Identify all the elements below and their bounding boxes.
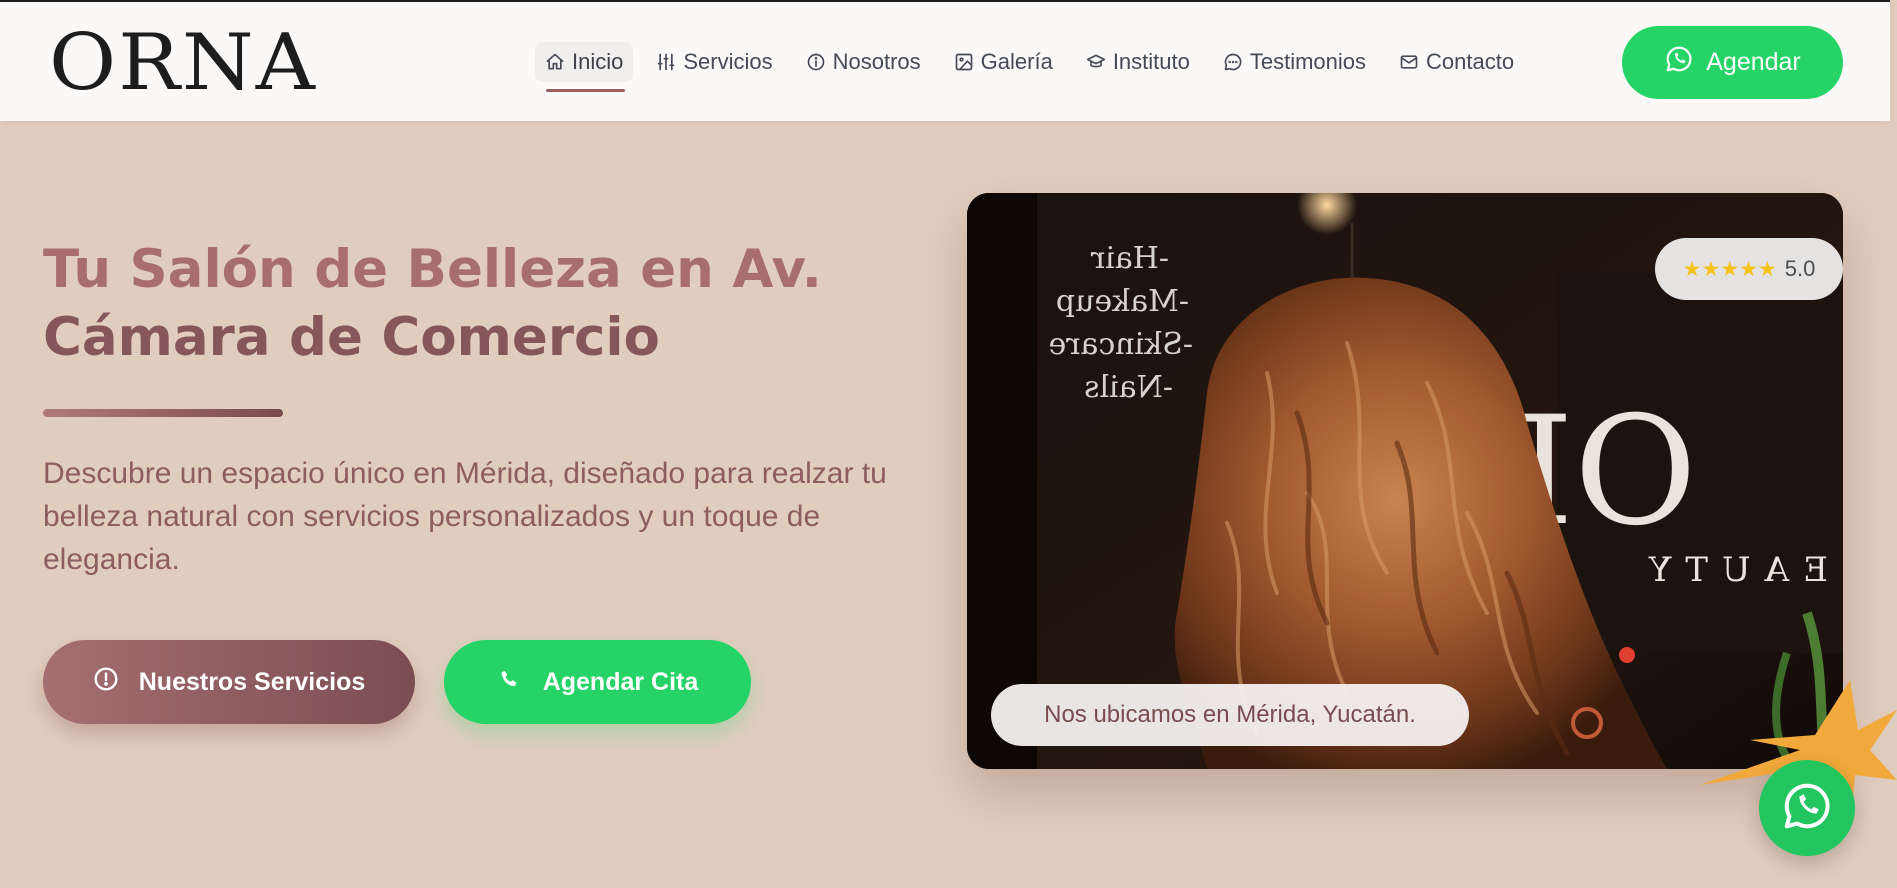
- rating-badge: ★★★★★ 5.0: [1655, 238, 1843, 300]
- top-navbar: ORNA Inicio Servicios Nosotros Galería I…: [0, 0, 1890, 121]
- sliders-icon: [656, 52, 676, 72]
- nav-label: Contacto: [1426, 49, 1515, 74]
- rating-stars: ★★★★★: [1682, 257, 1777, 281]
- agendar-button-label: Agendar: [1706, 48, 1801, 76]
- nav-item-nosotros[interactable]: Nosotros: [806, 42, 921, 82]
- nav-item-instituto[interactable]: Instituto: [1086, 42, 1190, 82]
- agendar-cita-label: Agendar Cita: [542, 667, 699, 696]
- nav-item-testimonios[interactable]: Testimonios: [1223, 42, 1366, 82]
- agendar-cita-button[interactable]: Agendar Cita: [444, 640, 751, 724]
- rating-value: 5.0: [1784, 256, 1816, 281]
- hero-title: Tu Salón de Belleza en Av. Cámara de Com…: [43, 236, 923, 372]
- window-text-hair: -Hair: [1090, 241, 1169, 276]
- nav-item-contacto[interactable]: Contacto: [1399, 42, 1514, 82]
- whatsapp-icon: [1664, 44, 1694, 81]
- brand-logo[interactable]: ORNA: [49, 24, 317, 102]
- home-icon: [545, 52, 565, 72]
- main-nav: Inicio Servicios Nosotros Galería Instit…: [535, 42, 1547, 92]
- whatsapp-icon: [1780, 779, 1834, 837]
- nav-label: Inicio: [572, 49, 624, 74]
- nav-item-inicio[interactable]: Inicio: [535, 42, 634, 92]
- agendar-button[interactable]: Agendar: [1622, 26, 1843, 99]
- chat-bubble-icon: [1223, 52, 1243, 72]
- nav-label: Galería: [980, 49, 1053, 74]
- window-text-skincare: -Skincare: [1048, 327, 1193, 362]
- floating-whatsapp-button[interactable]: [1759, 760, 1855, 856]
- nav-label: Instituto: [1112, 49, 1190, 74]
- envelope-icon: [1399, 52, 1419, 72]
- hero-divider: [43, 409, 283, 417]
- hero-description: Descubre un espacio único en Mérida, dis…: [43, 457, 887, 576]
- phone-icon: [497, 666, 523, 699]
- window-text-nails: -Nails: [1084, 370, 1173, 405]
- nav-label: Testimonios: [1249, 49, 1367, 74]
- hero-title-line2: Cámara de Comercio: [43, 307, 660, 368]
- location-badge: Nos ubicamos en Mérida, Yucatán.: [991, 684, 1469, 746]
- nav-item-servicios[interactable]: Servicios: [656, 42, 773, 82]
- graduation-cap-icon: [1086, 52, 1106, 72]
- alert-circle-icon: [93, 666, 119, 699]
- hero-title-line1: Tu Salón de Belleza en Av.: [43, 239, 822, 300]
- nuestros-servicios-label: Nuestros Servicios: [138, 667, 366, 696]
- nav-label: Servicios: [683, 49, 773, 74]
- nuestros-servicios-button[interactable]: Nuestros Servicios: [43, 640, 415, 724]
- window-text-makeup: -Makeup: [1056, 284, 1189, 319]
- image-icon: [954, 52, 974, 72]
- svg-text:BEAUTY: BEAUTY: [1635, 550, 1843, 590]
- nav-label: Nosotros: [832, 49, 921, 74]
- nav-item-galeria[interactable]: Galería: [954, 42, 1053, 82]
- info-icon: [806, 52, 826, 72]
